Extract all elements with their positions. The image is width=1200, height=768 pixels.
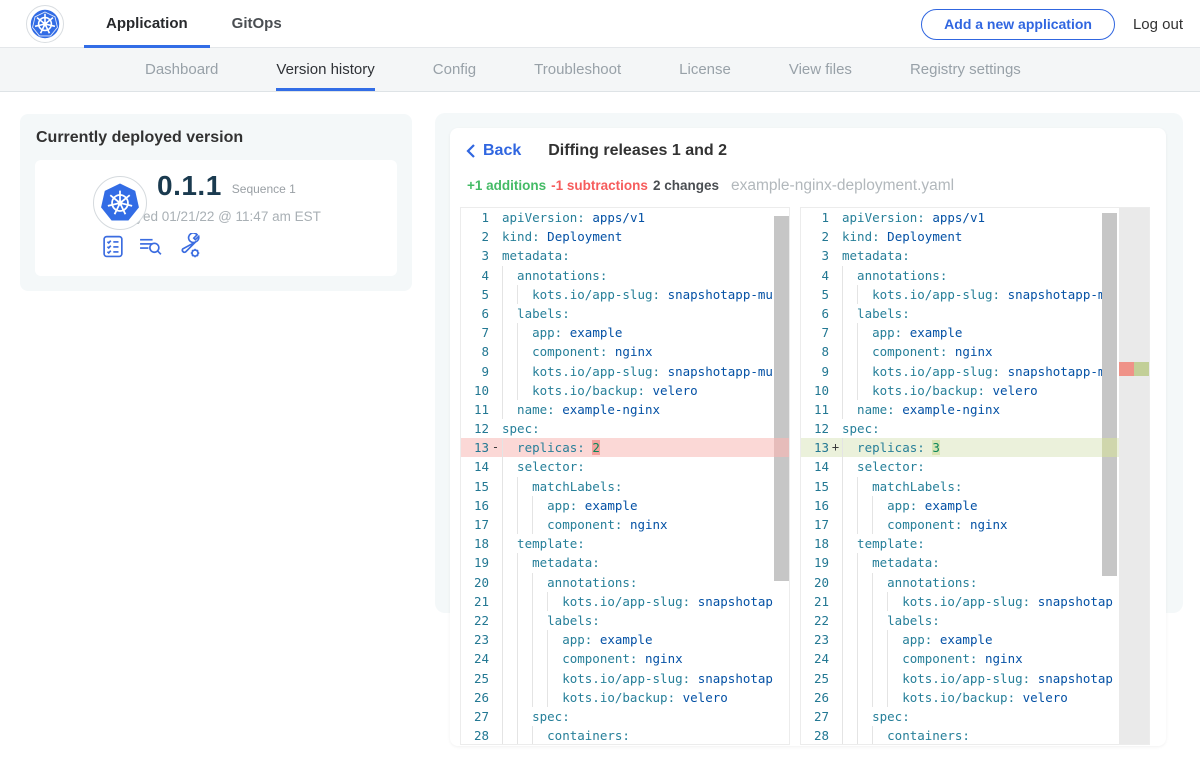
sequence-label: Sequence 1 <box>232 176 296 196</box>
code-lines: 1apiVersion: apps/v12kind: Deployment3me… <box>461 208 789 745</box>
subtab-dashboard[interactable]: Dashboard <box>145 48 218 91</box>
nav-right: Add a new application Log out <box>921 0 1185 48</box>
addition-ruler-mark <box>1134 362 1149 376</box>
version-label: 0.1.1 <box>157 170 222 202</box>
subtab-registry-settings[interactable]: Registry settings <box>910 48 1021 91</box>
subtab-view-files[interactable]: View files <box>789 48 852 91</box>
add-application-button[interactable]: Add a new application <box>921 9 1115 40</box>
diff-editor-release-1[interactable]: 1apiVersion: apps/v12kind: Deployment3me… <box>460 207 790 745</box>
view-logs-icon[interactable] <box>137 234 164 259</box>
subtab-license[interactable]: License <box>679 48 731 91</box>
subtractions-count: -1 subtractions <box>551 178 648 193</box>
back-link[interactable]: Back <box>466 142 521 160</box>
scrollbar-thumb[interactable] <box>774 216 789 581</box>
diff-stats: +1 additions -1 subtractions 2 changes e… <box>467 177 954 195</box>
version-action-icons <box>101 233 383 259</box>
primary-tabs: Application GitOps <box>84 0 304 48</box>
diff-filename: example-nginx-deployment.yaml <box>731 177 954 195</box>
diff-card: Back Diffing releases 1 and 2 +1 additio… <box>450 128 1166 746</box>
currently-deployed-card: Currently deployed version 0.1.1 <box>20 114 412 291</box>
preflight-checklist-icon[interactable] <box>101 234 126 259</box>
code-lines: 1apiVersion: apps/v12kind: Deployment3me… <box>801 208 1149 745</box>
deployed-version-panel: 0.1.1 Sequence 1 Deployed 01/21/22 @ 11:… <box>35 160 397 276</box>
tab-application[interactable]: Application <box>84 0 210 48</box>
scrollbar-thumb[interactable] <box>1102 213 1117 576</box>
chevron-left-icon <box>466 143 476 159</box>
deletion-ruler-mark <box>1119 362 1134 376</box>
subtab-troubleshoot[interactable]: Troubleshoot <box>534 48 621 91</box>
deployed-card-title: Currently deployed version <box>36 129 412 147</box>
app-subnav: Dashboard Version history Config Trouble… <box>0 48 1200 92</box>
diff-editor-release-2[interactable]: 1apiVersion: apps/v12kind: Deployment3me… <box>800 207 1150 745</box>
diff-title: Diffing releases 1 and 2 <box>548 142 727 160</box>
subtab-version-history[interactable]: Version history <box>276 48 374 91</box>
back-label: Back <box>483 142 521 160</box>
diff-overview-ruler <box>1119 208 1149 744</box>
logout-link[interactable]: Log out <box>1131 16 1185 33</box>
additions-count: +1 additions <box>467 178 546 193</box>
app-kubernetes-icon <box>93 176 147 230</box>
kubernetes-logo-icon <box>26 5 64 43</box>
configure-icon[interactable] <box>175 233 202 259</box>
top-nav: Application GitOps Add a new application… <box>0 0 1200 48</box>
subtab-config[interactable]: Config <box>433 48 476 91</box>
tab-gitops[interactable]: GitOps <box>210 0 304 48</box>
changes-count: 2 changes <box>653 178 719 193</box>
